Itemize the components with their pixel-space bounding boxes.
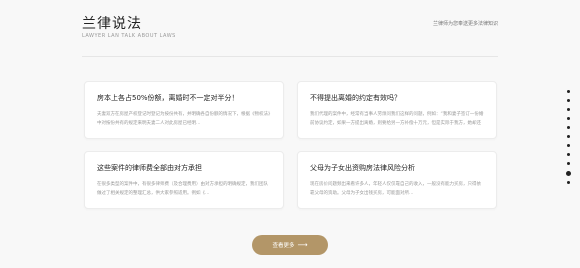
article-card[interactable]: 不得提出离婚的约定有效吗？ 我们代理的案件中，经常有当事人劳烦问我们这样的问题，… [297, 81, 497, 139]
page-dot[interactable] [566, 135, 570, 138]
page-dot[interactable] [566, 108, 570, 111]
page-dot[interactable] [566, 153, 570, 156]
section-subtitle: LAWYER LAN TALK ABOUT LAWS [82, 33, 176, 39]
view-more-button[interactable]: 查看更多 ⟶ [252, 235, 328, 255]
divider [82, 56, 498, 57]
article-excerpt: 夫妻双方在房屋产权登记时登记为按份共有，并明确各自份额的情况下，根据《物权法》中… [97, 112, 271, 126]
page-dot[interactable] [566, 99, 570, 102]
article-card[interactable]: 房本上各占50%份额，离婚时不一定对半分！ 夫妻双方在房屋产权登记时登记为按份共… [84, 81, 284, 139]
page-dot[interactable] [566, 126, 570, 129]
article-excerpt: 我们代理的案件中，经常有当事人劳烦问我们这样的问题，例如：“我和妻子签订一份婚前… [310, 112, 484, 126]
article-title[interactable]: 不得提出离婚的约定有效吗？ [310, 93, 484, 103]
page-dot[interactable] [566, 117, 570, 120]
view-more-label: 查看更多 [272, 243, 295, 249]
article-card[interactable]: 父母为子女出资购房法律风险分析 现在房价问题频出来看许多人，年轻人仅仅靠自己的收… [297, 151, 497, 209]
article-card[interactable]: 这些案件的律师费全部由对方承担 在很多类型的案件中，有很多律师费（及合理费用）由… [84, 151, 284, 209]
article-excerpt: 在很多类型的案件中，有很多律师费（及合理费用）由对方承担的明确规定，我们团队做过… [97, 182, 268, 196]
page-dot-active[interactable] [565, 171, 571, 176]
article-title[interactable]: 父母为子女出资购房法律风险分析 [310, 163, 484, 173]
article-title[interactable]: 这些案件的律师费全部由对方承担 [97, 163, 271, 173]
page-dot[interactable] [566, 144, 570, 147]
page-dot[interactable] [566, 90, 570, 93]
article-excerpt: 现在房价问题频出来看许多人，年轻人仅仅靠自己的收入，一般没有能力买房，只得依靠父… [310, 182, 481, 196]
arrow-right-icon: ⟶ [297, 241, 308, 249]
page-dot[interactable] [566, 181, 570, 184]
header-tagline: 兰律师为您奉送更多法律知识 [432, 21, 498, 27]
article-title[interactable]: 房本上各占50%份额，离婚时不一定对半分！ [97, 93, 271, 103]
page-nav-dots [565, 90, 571, 190]
section-title: 兰律说法 [82, 16, 142, 32]
page-dot[interactable] [566, 162, 570, 165]
